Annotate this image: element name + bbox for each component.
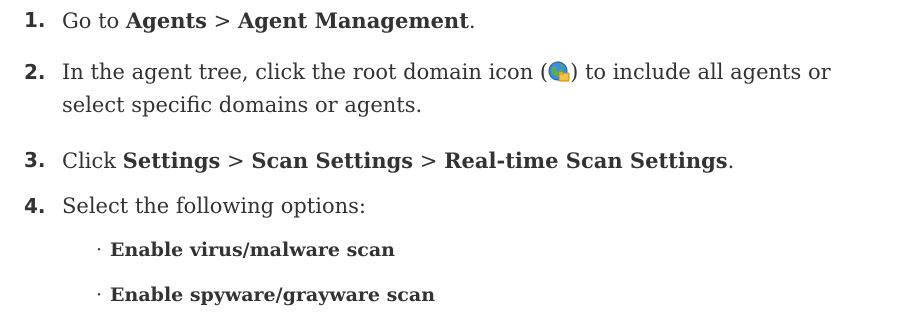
step-number: 3. [24, 148, 46, 172]
step-text: Select the following options: [62, 194, 366, 218]
menu-scan-settings: Scan Settings [251, 148, 414, 173]
bullet: · [96, 284, 103, 306]
step-number: 4. [24, 194, 46, 218]
menu-real-time-scan-settings: Real-time Scan Settings [444, 148, 728, 173]
step-number: 2. [24, 60, 46, 84]
instruction-document: 1. Go to Agents > Agent Management. 2. I… [0, 0, 916, 319]
step-number: 1. [24, 8, 46, 32]
step-3: 3. Click Settings > Scan Settings > Real… [0, 148, 916, 178]
step-4: 4. Select the following options: · Enable… [0, 194, 916, 314]
option-item: · Enable spyware/grayware scan [96, 284, 435, 306]
step-2: 2. In the agent tree, click the root dom… [0, 60, 916, 130]
option-label: Enable virus/malware scan [110, 239, 395, 261]
option-label: Enable spyware/grayware scan [110, 284, 436, 306]
option-item: · Enable virus/malware scan [96, 239, 395, 261]
step-text-line-2: select specific domains or agents. [62, 93, 423, 117]
menu-settings: Settings [122, 148, 221, 173]
bullet: · [96, 239, 103, 261]
step-text-line-1: In the agent tree, click the root domain… [62, 60, 831, 84]
step-1: 1. Go to Agents > Agent Management. [0, 8, 916, 38]
root-domain-globe-icon [548, 61, 570, 82]
step-text: Click Settings > Scan Settings > Real-ti… [62, 148, 735, 173]
step-text: Go to Agents > Agent Management. [62, 8, 476, 33]
menu-agent-management: Agent Management [237, 8, 469, 33]
menu-agents: Agents [125, 8, 207, 33]
